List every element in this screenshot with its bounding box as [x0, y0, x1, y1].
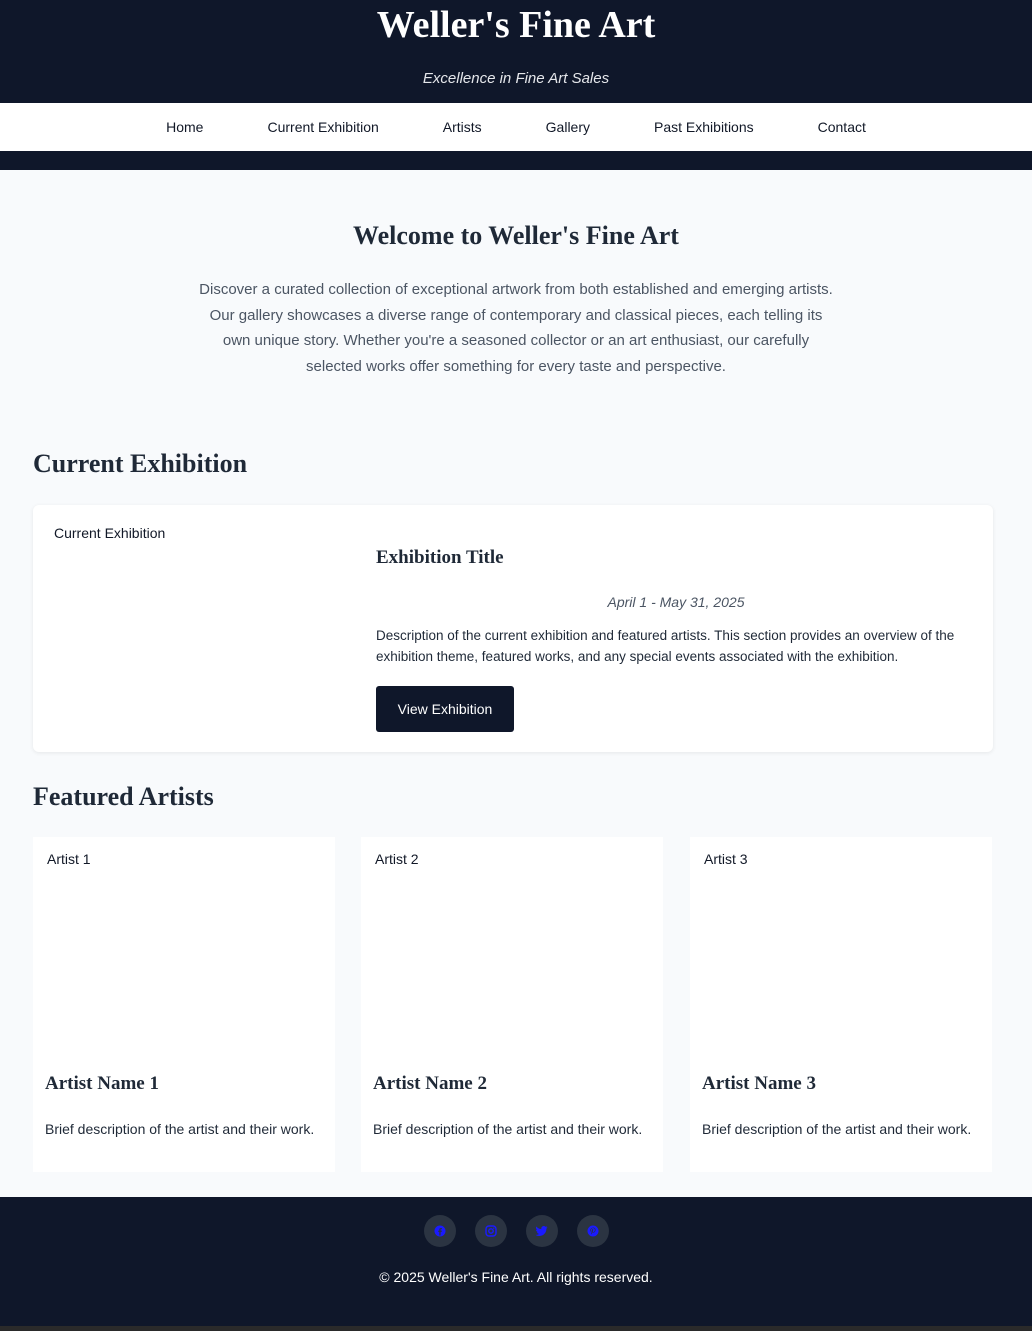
featured-artists-heading: Featured Artists	[33, 782, 214, 811]
twitter-icon[interactable]	[525, 1215, 558, 1247]
exhibition-image-alt: Current Exhibition	[54, 525, 166, 541]
pinterest-icon[interactable]	[576, 1215, 609, 1247]
exhibition-description: Description of the current exhibition an…	[376, 628, 955, 664]
exhibition-card: Current Exhibition Exhibition Title Apri…	[33, 505, 993, 752]
artist-card: Artist 2 Artist Name 2 Brief description…	[361, 837, 663, 1172]
artist-image: Artist 2	[373, 851, 419, 867]
artist-card: Artist 3 Artist Name 3 Brief description…	[690, 837, 992, 1172]
site-tagline: Excellence in Fine Art Sales	[422, 70, 610, 87]
artist-card: Artist 1 Artist Name 1 Brief description…	[33, 837, 335, 1172]
bottom-edge	[0, 1326, 1032, 1331]
artist-image-alt: Artist 2	[375, 851, 419, 867]
artist-name: Artist Name 1	[45, 1073, 159, 1094]
exhibition-dates: April 1 - May 31, 2025	[607, 594, 745, 610]
copyright-text: © 2025 Weller's Fine Art. All rights res…	[379, 1269, 653, 1285]
artist-description: Brief description of the artist and thei…	[373, 1121, 643, 1137]
artist-image: Artist 1	[45, 851, 91, 867]
artist-image: Artist 3	[702, 851, 748, 867]
site-footer: © 2025 Weller's Fine Art. All rights res…	[0, 1197, 1032, 1326]
site-header: Weller's Fine Art Excellence in Fine Art…	[0, 0, 1032, 170]
artist-description: Brief description of the artist and thei…	[702, 1121, 972, 1137]
artist-name: Artist Name 2	[373, 1073, 487, 1094]
nav-gallery[interactable]: Gallery	[514, 103, 622, 151]
social-links	[0, 1215, 1032, 1247]
artist-description: Brief description of the artist and thei…	[45, 1121, 315, 1137]
facebook-icon[interactable]	[423, 1215, 456, 1247]
main-nav: Home Current Exhibition Artists Gallery …	[0, 103, 1032, 151]
exhibition-image: Current Exhibition	[52, 525, 165, 541]
artist-name: Artist Name 3	[702, 1073, 816, 1094]
site-title: Weller's Fine Art	[376, 4, 656, 46]
current-exhibition-heading: Current Exhibition	[33, 449, 248, 478]
nav-current-exhibition[interactable]: Current Exhibition	[235, 103, 410, 151]
welcome-text: Discover a curated collection of excepti…	[199, 281, 833, 375]
nav-artists[interactable]: Artists	[411, 103, 514, 151]
exhibition-title: Exhibition Title	[376, 547, 504, 568]
artist-image-alt: Artist 3	[704, 851, 748, 867]
artist-image-alt: Artist 1	[47, 851, 91, 867]
nav-home[interactable]: Home	[134, 103, 235, 151]
view-exhibition-button[interactable]: View Exhibition	[376, 686, 514, 732]
nav-past-exhibitions[interactable]: Past Exhibitions	[622, 103, 786, 151]
welcome-heading: Welcome to Weller's Fine Art	[353, 221, 679, 250]
instagram-icon[interactable]	[474, 1215, 507, 1247]
nav-contact[interactable]: Contact	[786, 103, 898, 151]
